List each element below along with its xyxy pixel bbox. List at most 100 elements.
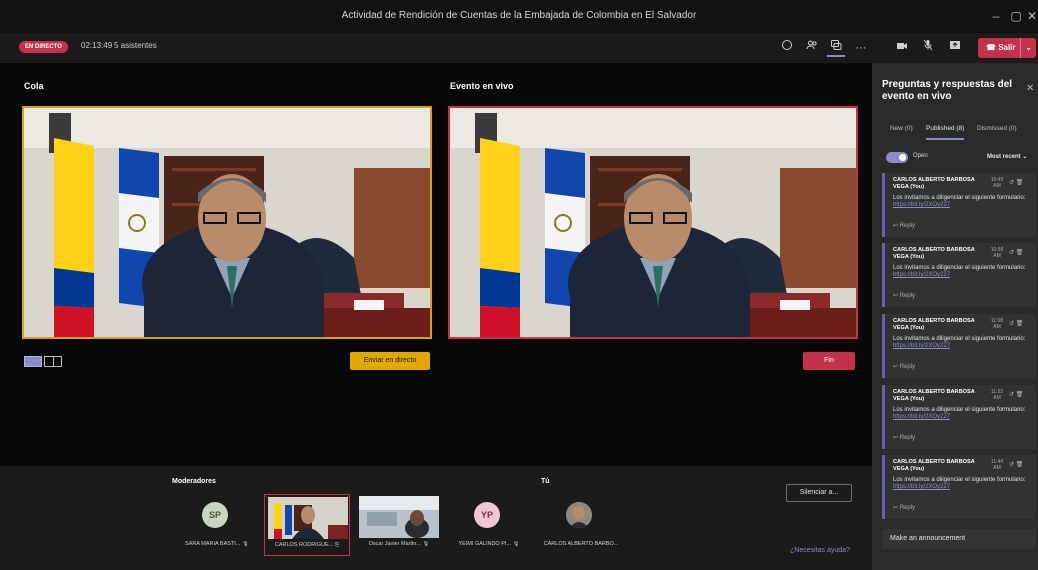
form-link[interactable]: https://bit.ly/2XOy227	[893, 272, 950, 278]
participant-strip: Moderadores Tú SP SARA MARIA BASTI... 🎙 …	[0, 466, 872, 570]
card-time: 11:22 AM	[990, 389, 1004, 401]
avatar: SP	[202, 502, 228, 528]
participant-name: CARLOS ALBERTO BARBO...	[543, 541, 619, 547]
undo-icon[interactable]: ↺	[1009, 180, 1014, 186]
toggle-label: Open	[913, 153, 928, 159]
undo-icon[interactable]: ↺	[1009, 321, 1014, 327]
close-icon[interactable]: ✕	[1026, 83, 1034, 94]
form-link[interactable]: https://bit.ly/2XOy227	[893, 484, 950, 490]
form-link[interactable]: https://bit.ly/2XOy227	[893, 414, 950, 420]
leave-button[interactable]: ☎ Salir ⌄	[978, 38, 1036, 58]
window-title: Actividad de Rendición de Cuentas de la …	[341, 10, 697, 21]
delete-icon[interactable]: 🗑	[1016, 250, 1024, 256]
people-icon[interactable]	[803, 39, 821, 57]
card-author: CARLOS ALBERTO BARBOSA VEGA (You)	[893, 389, 975, 402]
mic-off-icon: 🎙	[422, 541, 430, 547]
delete-icon[interactable]: 🗑	[1016, 321, 1024, 327]
single-layout-icon[interactable]	[24, 356, 42, 367]
card-message: Los invitamos a diligenciar el siguiente…	[893, 477, 1026, 490]
close-icon[interactable]: ✕	[1026, 6, 1038, 26]
card-actions: ↺ 🗑	[1009, 249, 1023, 256]
delete-icon[interactable]: 🗑	[1016, 180, 1024, 186]
more-icon[interactable]: ···	[852, 39, 870, 57]
announcement-button[interactable]: Make an announcement	[882, 529, 1036, 549]
reply-button[interactable]: ↩ Reply	[893, 363, 915, 370]
participant-tile[interactable]: SP SARA MARIA BASTI... 🎙	[174, 494, 260, 556]
qa-card[interactable]: CARLOS ALBERTO BARBOSA VEGA (You) 10:58 …	[882, 243, 1036, 307]
camera-icon[interactable]	[893, 39, 911, 57]
card-actions: ↺ 🗑	[1009, 391, 1023, 398]
participant-name: Oscar Javier Martin... 🎙	[368, 541, 430, 547]
card-time: 10:58 AM	[990, 247, 1004, 259]
share-icon[interactable]	[946, 39, 964, 57]
leave-label: Salir	[998, 43, 1016, 52]
share-icon: ⎘	[334, 542, 340, 548]
qa-icon[interactable]	[827, 39, 845, 57]
participant-name: SARA MARIA BASTI... 🎙	[185, 541, 249, 547]
qa-card[interactable]: CARLOS ALBERTO BARBOSA VEGA (You) 11:44 …	[882, 455, 1036, 519]
chevron-down-icon[interactable]: ⌄	[1020, 38, 1036, 58]
reply-button[interactable]: ↩ Reply	[893, 434, 915, 441]
restore-icon[interactable]: ▢	[1006, 6, 1026, 26]
card-actions: ↺ 🗑	[1009, 461, 1023, 468]
reply-button[interactable]: ↩ Reply	[893, 504, 915, 511]
participant-tile[interactable]: Oscar Javier Martin... 🎙	[356, 494, 442, 556]
form-link[interactable]: https://bit.ly/2XOy227	[893, 202, 950, 208]
undo-icon[interactable]: ↺	[1009, 250, 1014, 256]
card-author: CARLOS ALBERTO BARBOSA VEGA (You)	[893, 459, 975, 472]
minimize-icon[interactable]: –	[986, 6, 1006, 26]
mic-off-icon[interactable]	[919, 39, 937, 57]
card-actions: ↺ 🗑	[1009, 179, 1023, 186]
participant-tile[interactable]: CARLOS ALBERTO BARBO...	[538, 494, 624, 556]
card-author: CARLOS ALBERTO BARBOSA VEGA (You)	[893, 318, 975, 331]
phone-icon: ☎	[986, 43, 996, 52]
mute-all-button[interactable]: Silenciar a...	[786, 484, 852, 502]
delete-icon[interactable]: 🗑	[1016, 462, 1024, 468]
open-toggle[interactable]	[886, 152, 908, 163]
live-video[interactable]	[448, 106, 858, 339]
participant-video-thumb	[359, 496, 439, 538]
reply-button[interactable]: ↩ Reply	[893, 222, 915, 229]
help-link[interactable]: ¿Necesitas ayuda?	[790, 547, 850, 554]
card-message: Los invitamos a diligenciar el siguiente…	[893, 265, 1026, 278]
card-message: Los invitamos a diligenciar el siguiente…	[893, 336, 1026, 349]
qa-card[interactable]: CARLOS ALBERTO BARBOSA VEGA (You) 11:22 …	[882, 385, 1036, 449]
card-author: CARLOS ALBERTO BARBOSA VEGA (You)	[893, 177, 975, 190]
chat-icon[interactable]	[778, 39, 796, 57]
tab-dismissed[interactable]: Dismissed (0)	[977, 125, 1017, 132]
mic-off-icon: 🎙	[241, 541, 249, 547]
meeting-timer: 02:13:49	[81, 41, 113, 50]
tab-published[interactable]: Published (8)	[926, 125, 965, 140]
queue-label: Cola	[24, 81, 44, 91]
go-live-button[interactable]: Enviar en directo	[350, 352, 430, 370]
qa-title: Preguntas y respuestas del evento en viv…	[882, 79, 1013, 102]
card-time: 10:49 AM	[990, 177, 1004, 189]
tab-new[interactable]: New (0)	[890, 125, 913, 132]
title-bar: Actividad de Rendición de Cuentas de la …	[0, 0, 1038, 33]
end-button[interactable]: Fin	[803, 352, 855, 370]
card-time: 11:08 AM	[990, 318, 1004, 330]
card-message: Los invitamos a diligenciar el siguiente…	[893, 195, 1026, 208]
qa-card[interactable]: CARLOS ALBERTO BARBOSA VEGA (You) 10:49 …	[882, 173, 1036, 237]
card-actions: ↺ 🗑	[1009, 320, 1023, 327]
undo-icon[interactable]: ↺	[1009, 392, 1014, 398]
producer-stage: Cola Evento en vivo Enviar en directo Fi…	[0, 63, 872, 466]
participant-tile[interactable]: CARLOS RODRIGUE... ⎘	[264, 494, 350, 556]
qa-card[interactable]: CARLOS ALBERTO BARBOSA VEGA (You) 11:08 …	[882, 314, 1036, 378]
you-title: Tú	[541, 478, 550, 485]
delete-icon[interactable]: 🗑	[1016, 392, 1024, 398]
attendee-count: 5 asistentes	[114, 41, 157, 50]
participant-video-thumb	[268, 497, 348, 539]
video-scene	[359, 496, 439, 538]
queue-video[interactable]	[22, 106, 432, 339]
form-link[interactable]: https://bit.ly/2XOy227	[893, 343, 950, 349]
split-layout-icon[interactable]	[44, 356, 62, 367]
reply-button[interactable]: ↩ Reply	[893, 292, 915, 299]
video-scene	[268, 497, 348, 539]
undo-icon[interactable]: ↺	[1009, 462, 1014, 468]
moderators-title: Moderadores	[172, 478, 216, 485]
meeting-toolbar: EN DIRECTO 02:13:49 5 asistentes ··· ☎ S…	[0, 33, 1038, 63]
participant-tile[interactable]: YP YEIMI GALINDO PI... 🎙	[446, 494, 532, 556]
avatar: YP	[474, 502, 500, 528]
sort-dropdown[interactable]: Most recent ⌄	[987, 153, 1027, 160]
